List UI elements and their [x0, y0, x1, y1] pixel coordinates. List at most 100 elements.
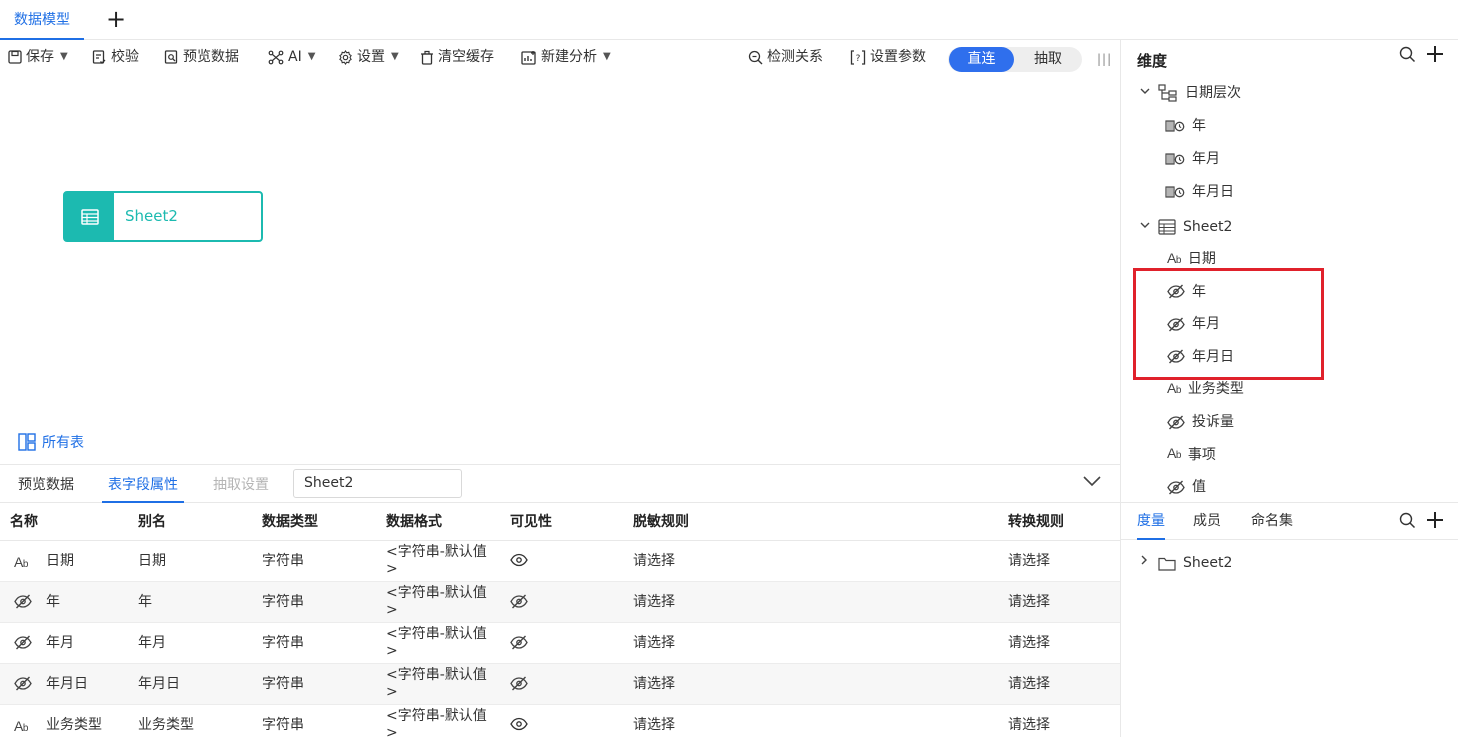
tree-group-sheet2[interactable]: Sheet2 — [1139, 216, 1232, 238]
preview-icon — [164, 49, 178, 64]
tab-named-set[interactable]: 命名集 — [1251, 503, 1293, 540]
col-data-format: 数据格式 — [386, 514, 442, 530]
convert-rule-select[interactable]: 请选择 — [1008, 541, 1050, 582]
chevron-down-icon[interactable] — [1082, 474, 1102, 492]
set-params-label: 设置参数 — [870, 49, 926, 65]
mode-extract-option[interactable]: 抽取 — [1016, 47, 1080, 72]
table-row[interactable]: 年月 年月 字符串 <字符串-默认值> 请选择 请选择 — [0, 623, 1120, 664]
set-params-button[interactable]: ? 设置参数 — [850, 46, 926, 68]
field-data-type[interactable]: 字符串 — [262, 705, 304, 737]
field-alias[interactable]: 日期 — [138, 541, 166, 582]
text-type-icon: Ab — [1167, 379, 1181, 396]
convert-rule-select[interactable]: 请选择 — [1008, 623, 1050, 664]
table-row[interactable]: Ab 日期 日期 字符串 <字符串-默认值> 请选择 请选择 — [0, 541, 1120, 582]
new-analysis-button[interactable]: 新建分析 ▼ — [521, 46, 611, 68]
mask-rule-select[interactable]: 请选择 — [633, 705, 675, 737]
table-select[interactable]: Sheet2 — [293, 469, 462, 498]
layout-panel-icon — [18, 433, 36, 451]
tab-extract-settings[interactable]: 抽取设置 — [213, 465, 269, 503]
field-data-type[interactable]: 字符串 — [262, 664, 304, 705]
tree-item-date-level[interactable]: 年月 — [1165, 148, 1220, 170]
field-data-format[interactable]: <字符串-默认值> — [386, 708, 496, 737]
mask-rule-select[interactable]: 请选择 — [633, 541, 675, 582]
hidden-eye-icon — [14, 676, 32, 694]
field-data-format[interactable]: <字符串-默认值> — [386, 544, 496, 585]
tree-item-field[interactable]: 投诉量 — [1167, 411, 1234, 433]
add-dimension-icon[interactable] — [1426, 45, 1444, 63]
date-field-icon — [1165, 119, 1185, 133]
tab-measure[interactable]: 度量 — [1137, 503, 1165, 540]
detect-relations-label: 检测关系 — [767, 49, 823, 65]
validate-label: 校验 — [111, 49, 139, 65]
tree-group-date-hierarchy[interactable]: 日期层次 — [1139, 82, 1241, 104]
field-data-format[interactable]: <字符串-默认值> — [386, 667, 496, 708]
validate-icon — [92, 49, 106, 64]
settings-label: 设置 — [357, 49, 385, 65]
field-alias[interactable]: 年月 — [138, 623, 166, 664]
field-alias[interactable]: 业务类型 — [138, 705, 194, 737]
field-data-type[interactable]: 字符串 — [262, 541, 304, 582]
tree-item-label: 值 — [1192, 479, 1206, 496]
eye-icon[interactable] — [510, 553, 528, 571]
svg-text:?: ? — [856, 54, 861, 64]
save-button[interactable]: 保存 ▼ — [8, 46, 68, 68]
table-row[interactable]: Ab 业务类型 业务类型 字符串 <字符串-默认值> 请选择 请选择 — [0, 705, 1120, 737]
eye-icon[interactable] — [510, 717, 528, 735]
chevron-down-icon: ▼ — [307, 51, 316, 62]
top-tab-bar: 数据模型 + — [0, 0, 1458, 40]
model-canvas[interactable]: Sheet2 所有表 — [0, 76, 1120, 464]
convert-rule-select[interactable]: 请选择 — [1008, 705, 1050, 737]
tab-data-model[interactable]: 数据模型 — [0, 0, 84, 40]
detect-relations-button[interactable]: 检测关系 — [748, 46, 823, 68]
ai-button[interactable]: AI ▼ — [268, 46, 315, 68]
date-field-icon — [1165, 152, 1185, 166]
search-icon[interactable] — [1399, 512, 1416, 529]
column-toggle-icon[interactable]: ||| — [1097, 52, 1112, 66]
convert-rule-select[interactable]: 请选择 — [1008, 664, 1050, 705]
field-data-format[interactable]: <字符串-默认值> — [386, 626, 496, 667]
table-row[interactable]: 年月日 年月日 字符串 <字符串-默认值> 请选择 请选择 — [0, 664, 1120, 705]
tree-item-field[interactable]: Ab 业务类型 — [1167, 378, 1244, 400]
search-icon[interactable] — [1399, 46, 1416, 63]
mode-direct-option[interactable]: 直连 — [949, 47, 1014, 72]
field-name: 年 — [46, 594, 60, 610]
preview-data-button[interactable]: 预览数据 — [164, 46, 239, 68]
add-measure-icon[interactable] — [1426, 511, 1444, 529]
clear-cache-button[interactable]: 清空缓存 — [420, 46, 494, 68]
param-bracket-icon: ? — [850, 49, 866, 65]
hidden-eye-icon[interactable] — [510, 594, 528, 612]
hidden-eye-icon[interactable] — [510, 676, 528, 694]
validate-button[interactable]: 校验 — [92, 46, 139, 68]
all-tables-button[interactable]: 所有表 — [18, 432, 84, 452]
tab-member[interactable]: 成员 — [1193, 503, 1221, 540]
tree-item-date-level[interactable]: 年月日 — [1165, 181, 1234, 203]
text-type-icon: Ab — [1167, 445, 1181, 462]
table-icon — [65, 193, 114, 240]
hidden-eye-icon — [1167, 480, 1185, 495]
table-node-label: Sheet2 — [125, 207, 178, 225]
settings-button[interactable]: 设置 ▼ — [338, 46, 399, 68]
tab-preview-data[interactable]: 预览数据 — [18, 465, 74, 503]
field-name: 日期 — [46, 553, 74, 569]
mask-rule-select[interactable]: 请选择 — [633, 664, 675, 705]
tree-item-field[interactable]: Ab 日期 — [1167, 248, 1216, 270]
field-alias[interactable]: 年 — [138, 582, 152, 623]
tree-item-field[interactable]: 值 — [1167, 476, 1206, 498]
mask-rule-select[interactable]: 请选择 — [633, 623, 675, 664]
tree-item-date-level[interactable]: 年 — [1165, 115, 1206, 137]
hierarchy-icon — [1158, 84, 1178, 102]
chevron-right-icon — [1139, 552, 1151, 574]
mask-rule-select[interactable]: 请选择 — [633, 582, 675, 623]
measure-group-sheet2[interactable]: Sheet2 — [1139, 552, 1232, 574]
field-data-type[interactable]: 字符串 — [262, 582, 304, 623]
hidden-eye-icon[interactable] — [510, 635, 528, 653]
tree-item-field[interactable]: Ab 事项 — [1167, 444, 1216, 466]
table-row[interactable]: 年 年 字符串 <字符串-默认值> 请选择 请选择 — [0, 582, 1120, 623]
field-data-format[interactable]: <字符串-默认值> — [386, 585, 496, 626]
convert-rule-select[interactable]: 请选择 — [1008, 582, 1050, 623]
add-tab-button[interactable]: + — [104, 6, 128, 32]
tab-field-properties[interactable]: 表字段属性 — [102, 465, 184, 503]
table-node-sheet2[interactable]: Sheet2 — [63, 191, 263, 242]
field-data-type[interactable]: 字符串 — [262, 623, 304, 664]
field-alias[interactable]: 年月日 — [138, 664, 180, 705]
